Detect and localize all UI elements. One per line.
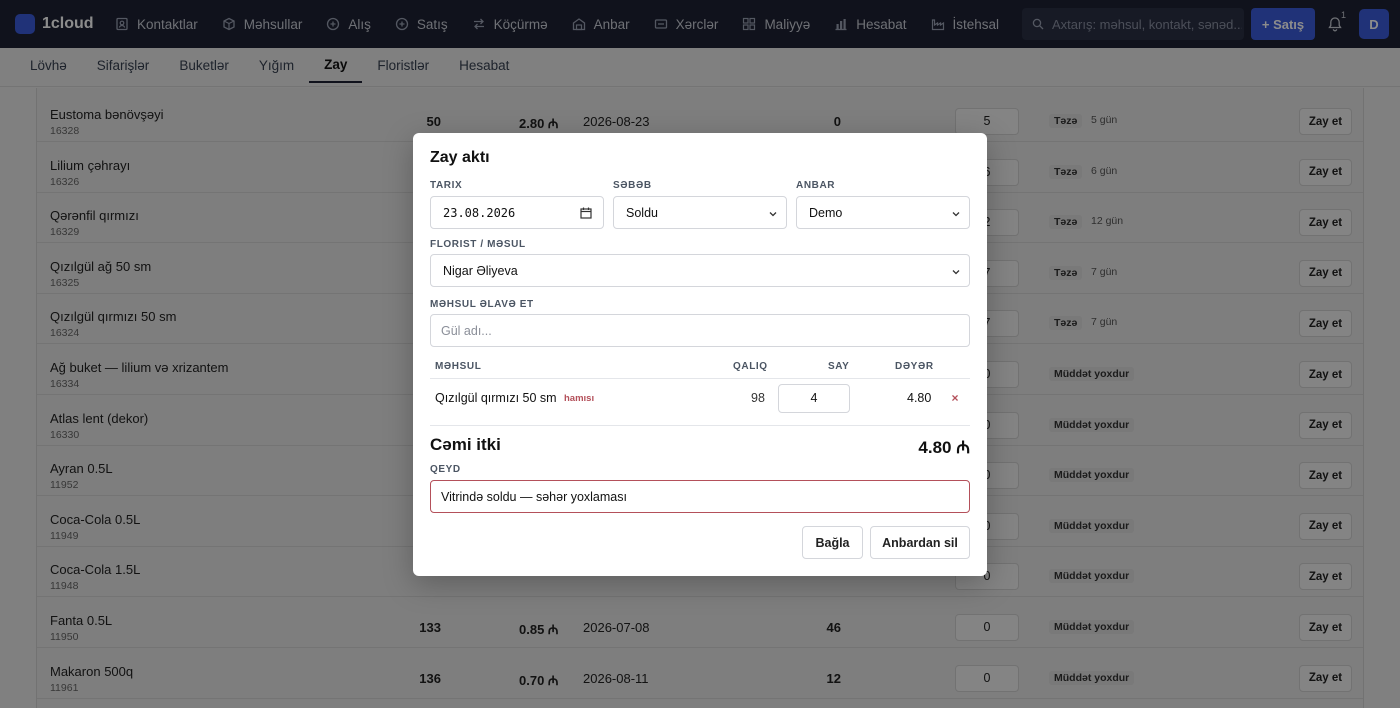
calendar-icon[interactable] [580, 207, 592, 219]
writeoff-from-stock-button[interactable]: Anbardan sil [870, 526, 970, 559]
divider [430, 425, 970, 426]
item-product-name: Qızılgül qırmızı 50 sm [435, 391, 557, 405]
total-loss-value: 4.80 ₼ [918, 438, 970, 457]
col-remaining: Qalıq [733, 361, 768, 372]
florist-value: Nigar Əliyeva [443, 263, 518, 278]
reason-select[interactable]: Soldu [613, 196, 787, 229]
col-count: Say [828, 361, 850, 372]
writeoff-modal: Zay aktı Tarix 23.08.2026 Səbəb Soldu An… [413, 133, 987, 576]
close-button[interactable]: Bağla [802, 526, 863, 559]
date-field[interactable]: 23.08.2026 [430, 196, 604, 229]
chevron-down-icon [951, 208, 961, 218]
date-value: 23.08.2026 [443, 205, 516, 220]
total-loss-label: Cəmi itki [430, 435, 501, 454]
chevron-down-icon [768, 208, 778, 218]
chevron-down-icon [951, 266, 961, 276]
col-product: Məhsul [435, 361, 482, 372]
add-product-placeholder: Gül adı... [441, 323, 492, 338]
florist-select[interactable]: Nigar Əliyeva [430, 254, 970, 287]
item-count-input[interactable]: 4 [778, 384, 850, 413]
reason-value: Soldu [626, 205, 658, 220]
add-product-input[interactable]: Gül adı... [430, 314, 970, 347]
item-value: 4.80 [907, 391, 932, 405]
add-product-label: Məhsul əlavə et [430, 299, 534, 310]
col-value: Dəyər [895, 361, 934, 372]
item-remaining: 98 [751, 391, 765, 405]
florist-label: Florist / məsul [430, 239, 526, 250]
date-label: Tarix [430, 180, 463, 191]
modal-title: Zay aktı [430, 149, 490, 166]
reason-label: Səbəb [613, 180, 652, 191]
warehouse-label: Anbar [796, 180, 836, 191]
remove-item-icon[interactable]: × [949, 391, 961, 405]
item-all-tag[interactable]: hamısı [564, 393, 594, 404]
divider [430, 378, 970, 379]
note-label: Qeyd [430, 464, 461, 475]
note-input[interactable]: Vitrində soldu — səhər yoxlaması [430, 480, 970, 513]
warehouse-select[interactable]: Demo [796, 196, 970, 229]
warehouse-value: Demo [809, 205, 843, 220]
